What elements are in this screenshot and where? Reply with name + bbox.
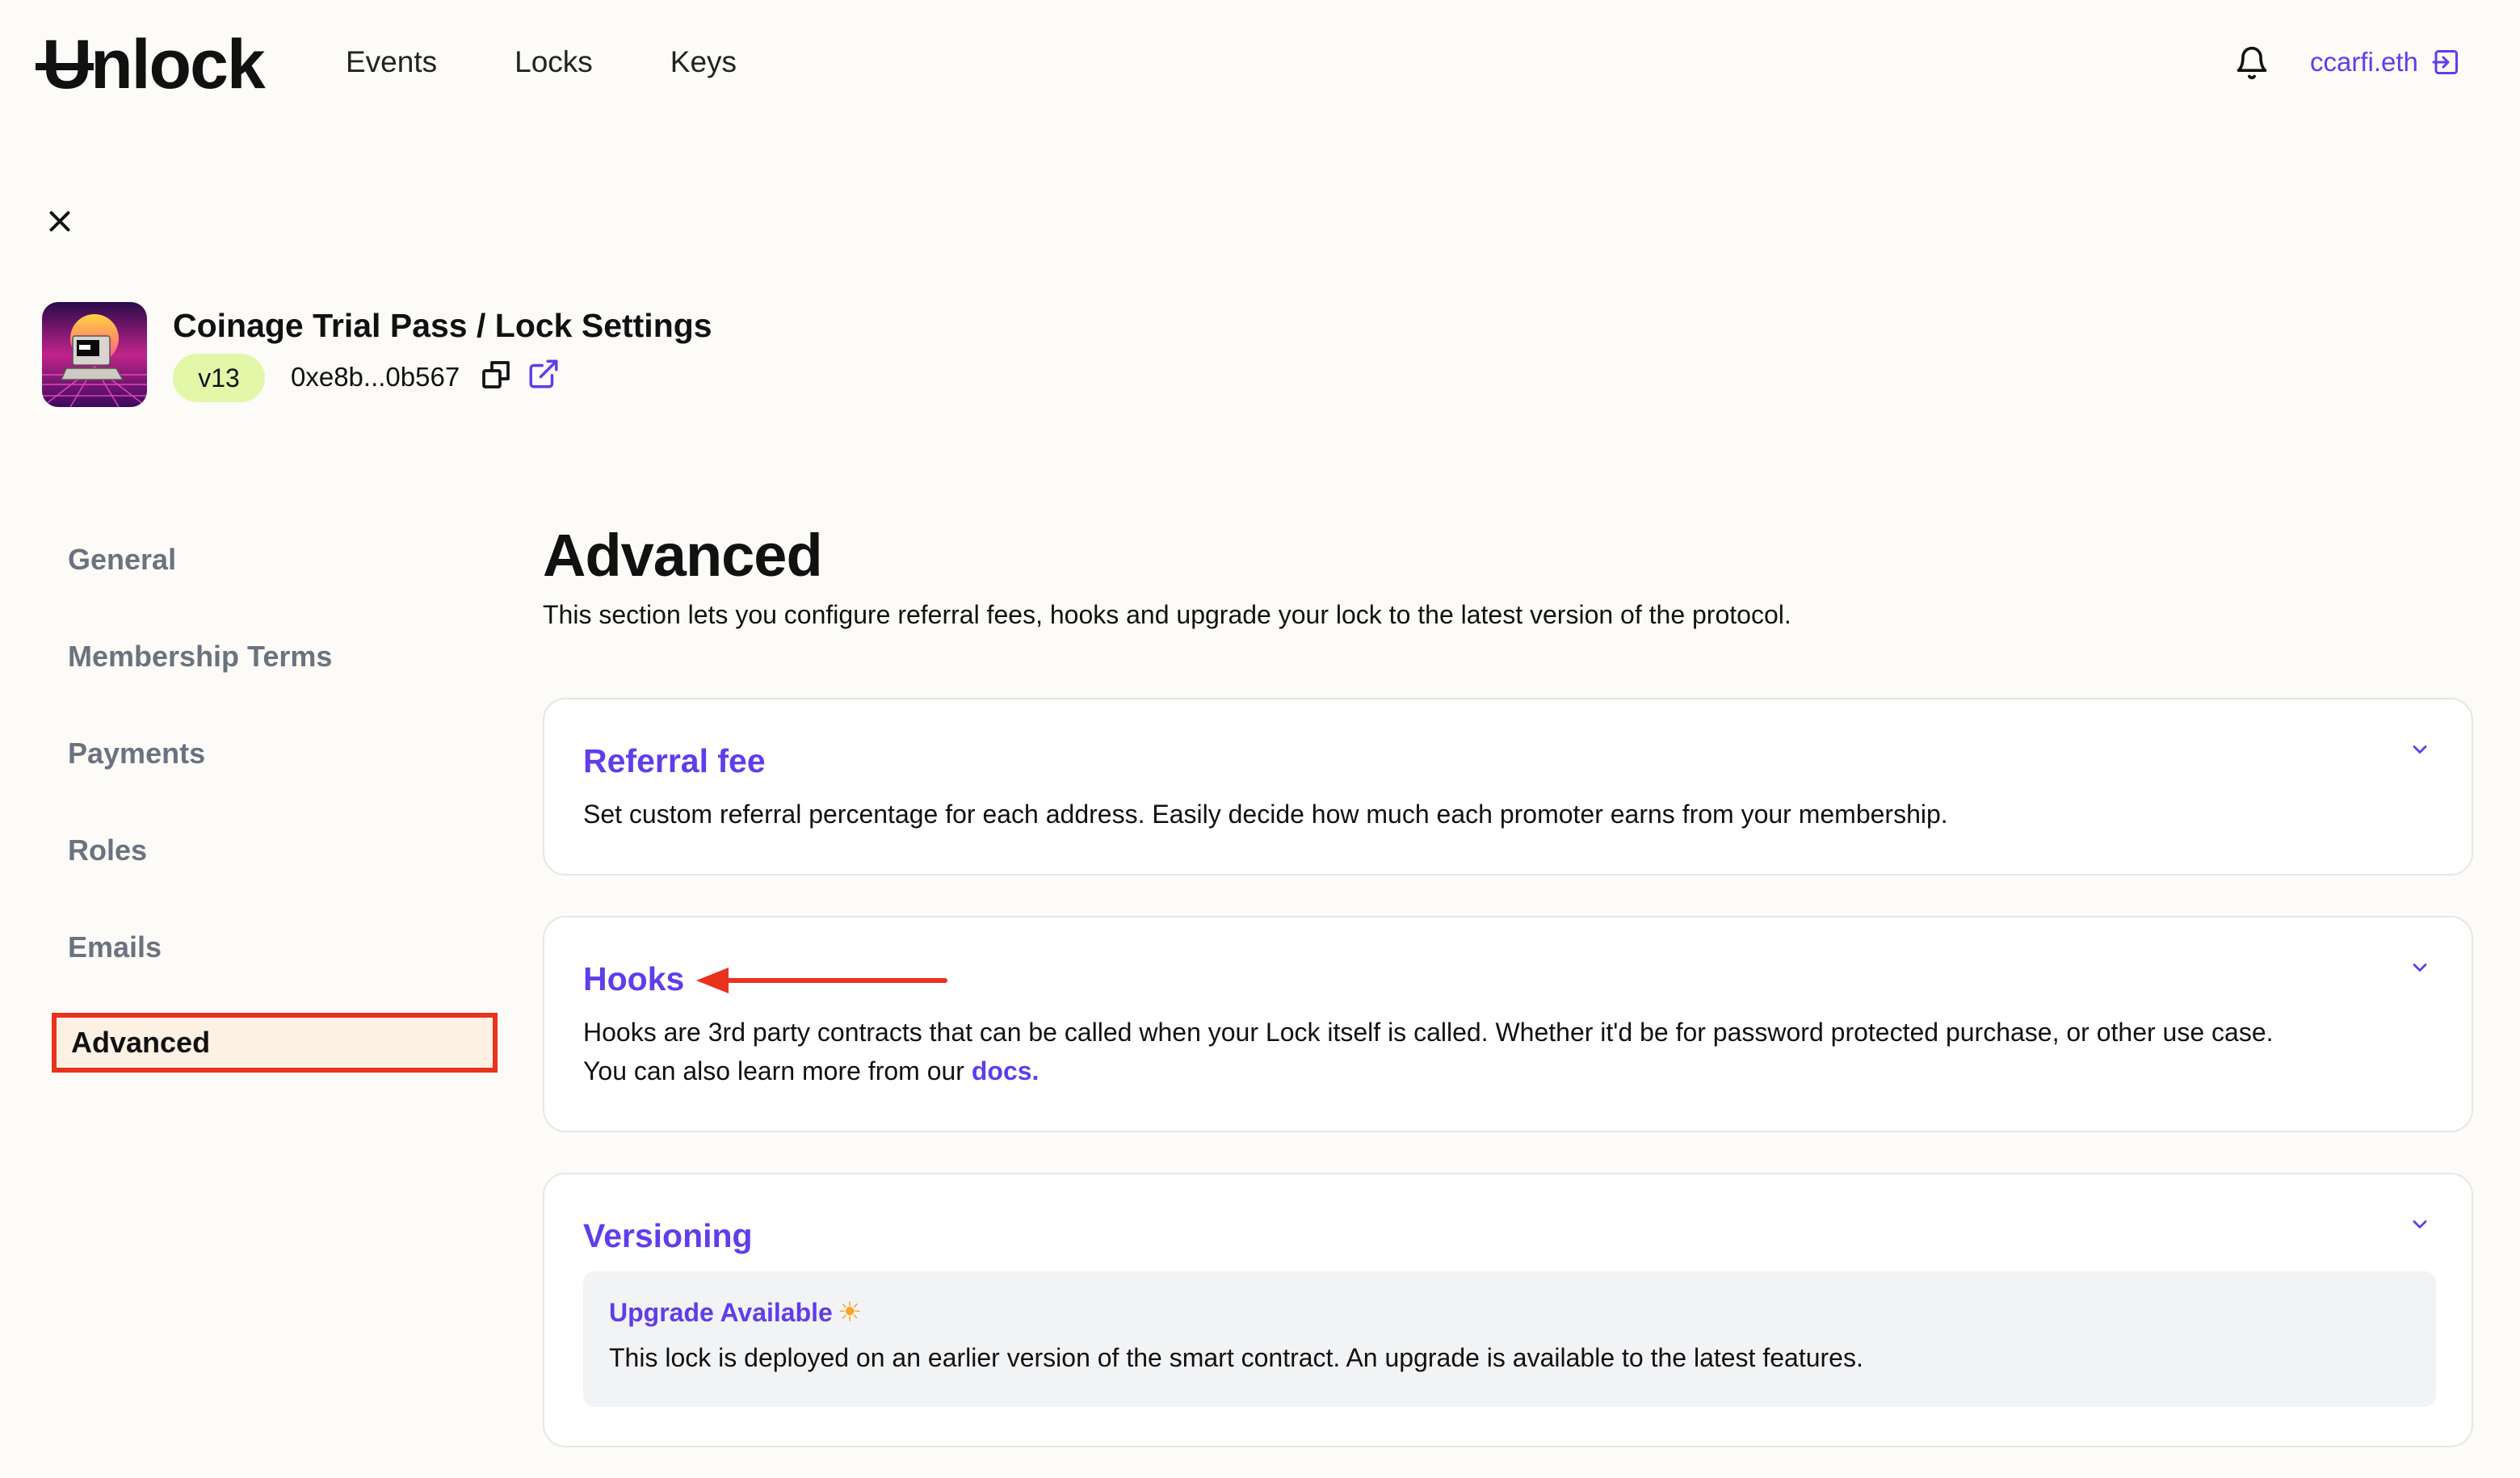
unlock-logo[interactable]: Unlock [35,26,266,103]
hooks-text: Hooks are 3rd party contracts that can b… [583,1018,2274,1047]
versioning-title[interactable]: Versioning [583,1213,753,1258]
top-nav: Unlock Events Locks Keys ccarfi.eth [0,0,2520,129]
user-menu[interactable]: ccarfi.eth [2310,44,2460,81]
referral-fee-text: Set custom referral percentage for each … [583,800,1948,829]
hooks-card[interactable]: Hooks Hooks are 3rd party contracts that… [543,916,2473,1132]
page-description: This section lets you configure referral… [543,600,1791,629]
logo-u-letter: U [35,26,94,103]
sidebar-item-emails[interactable]: Emails [68,927,162,968]
sidebar-item-membership-terms[interactable]: Membership Terms [68,636,332,677]
logo-rest: nlock [90,26,266,103]
external-link-icon[interactable] [527,357,561,391]
hooks-docs-prefix: You can also learn more from our [583,1056,972,1085]
red-arrow-annotation [696,968,947,993]
upgrade-text: This lock is deployed on an earlier vers… [609,1343,1863,1372]
copy-icon[interactable] [480,359,512,391]
chevron-down-icon[interactable] [2409,956,2431,979]
main-content: Advanced This section lets you configure… [543,517,2473,1447]
user-name[interactable]: ccarfi.eth [2310,44,2418,81]
close-icon[interactable] [45,207,74,236]
chevron-down-icon[interactable] [2409,1213,2431,1236]
sidebar-item-general[interactable]: General [68,540,176,580]
upgrade-title: Upgrade Available ☀ [609,1294,862,1331]
lock-title: Coinage Trial Pass / Lock Settings [173,307,712,344]
sidebar-item-payments[interactable]: Payments [68,733,205,774]
versioning-card[interactable]: Versioning Upgrade Available ☀ This lock … [543,1173,2473,1447]
lock-address: 0xe8b...0b567 [291,362,460,392]
docs-link[interactable]: docs. [972,1056,1040,1085]
version-badge: v13 [173,354,265,402]
chevron-down-icon[interactable] [2409,738,2431,761]
page-title: Advanced [543,522,823,589]
nav-keys[interactable]: Keys [670,42,737,82]
upgrade-title-text: Upgrade Available [609,1298,833,1327]
hooks-docs-line: You can also learn more from our docs. [583,1052,1039,1090]
bell-icon[interactable] [2234,44,2270,82]
sidebar-item-advanced-label: Advanced [71,1026,211,1059]
nav-events[interactable]: Events [346,42,437,82]
logout-icon[interactable] [2431,48,2460,77]
sun-icon: ☀ [837,1297,863,1328]
sidebar-item-advanced[interactable]: Advanced [52,1013,498,1073]
upgrade-notice: Upgrade Available ☀ This lock is deployed… [583,1271,2436,1407]
referral-fee-card[interactable]: Referral fee Set custom referral percent… [543,698,2473,875]
sidebar-item-roles[interactable]: Roles [68,830,147,871]
hooks-title[interactable]: Hooks [583,956,684,1001]
referral-fee-title[interactable]: Referral fee [583,738,766,783]
nav-locks[interactable]: Locks [514,42,593,82]
lock-image [42,302,147,407]
main-nav: Events Locks Keys [346,42,814,82]
